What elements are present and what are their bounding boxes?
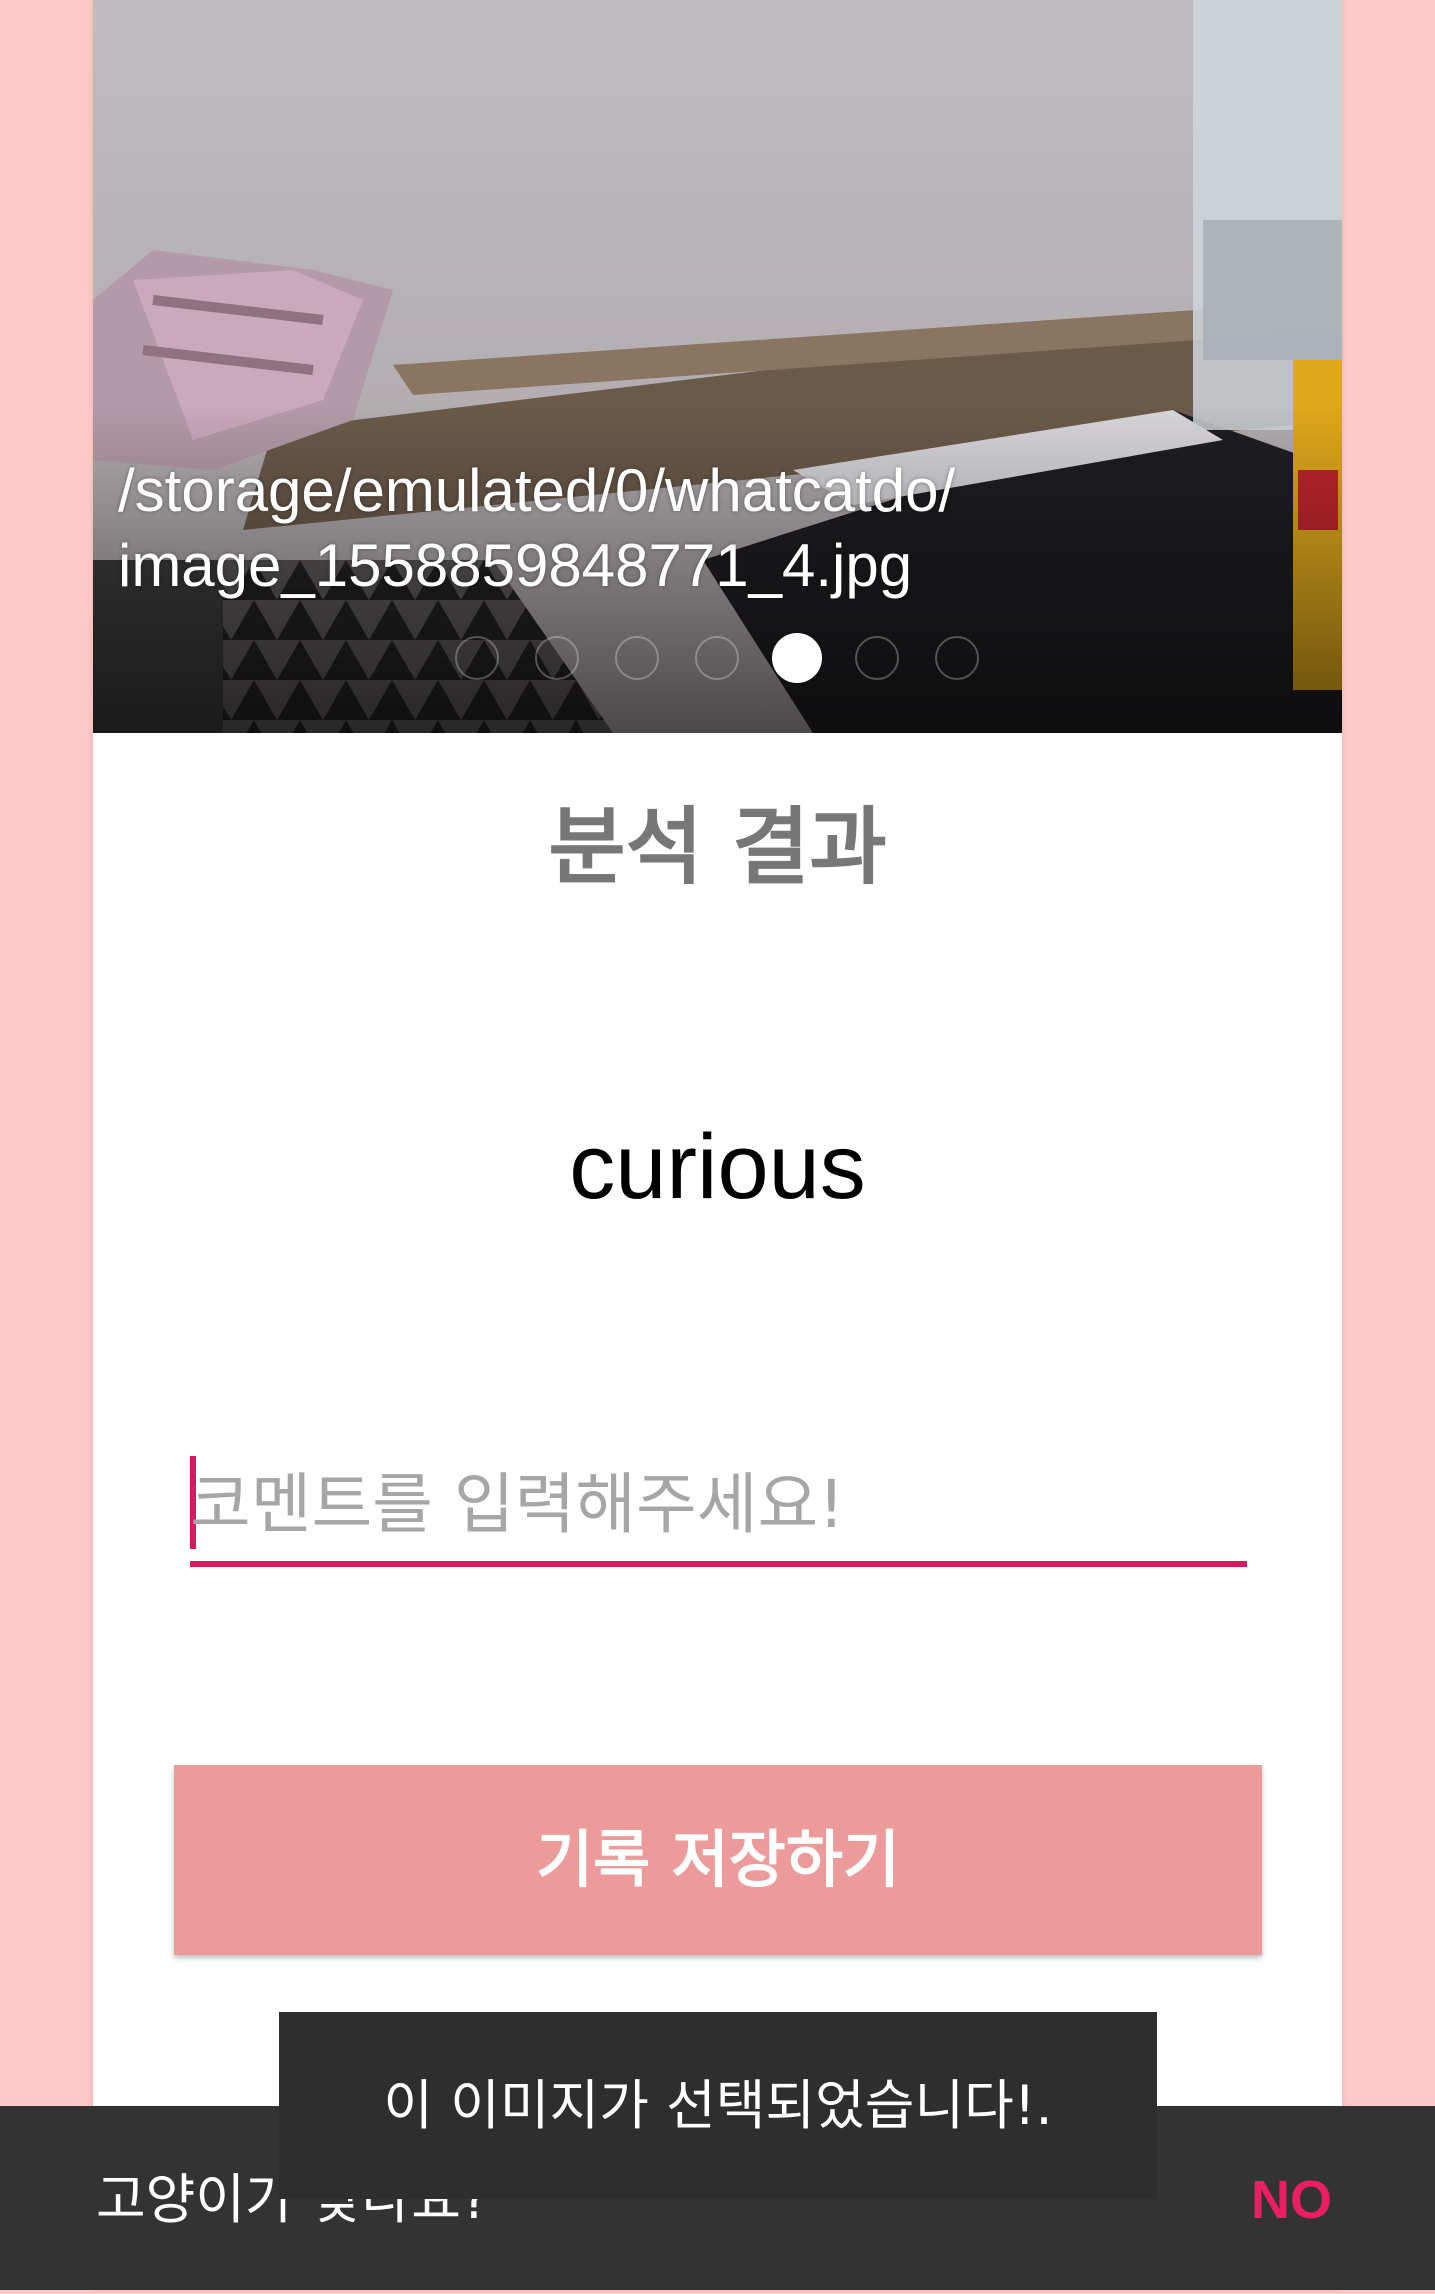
page-dot-5-active[interactable] — [772, 633, 822, 683]
comment-input[interactable] — [190, 1452, 1240, 1557]
result-title: 분석 결과 — [548, 798, 887, 896]
page-dot-7[interactable] — [935, 636, 979, 680]
content-card: /storage/emulated/0/whatcatdo/ image_155… — [93, 0, 1342, 2290]
result-value: curious — [569, 1116, 866, 1218]
page-dot-3[interactable] — [615, 636, 659, 680]
image-path-line1: /storage/emulated/0/whatcatdo/ — [118, 457, 956, 524]
image-pager[interactable]: /storage/emulated/0/whatcatdo/ image_155… — [93, 0, 1342, 733]
snackbar-no-button[interactable]: NO — [1251, 2106, 1332, 2290]
page-dot-1[interactable] — [455, 636, 499, 680]
save-record-button[interactable]: 기록 저장하기 — [174, 1765, 1262, 1955]
page-dot-4[interactable] — [695, 636, 739, 680]
page-dot-2[interactable] — [535, 636, 579, 680]
comment-field[interactable] — [190, 1452, 1247, 1567]
page-indicator — [93, 633, 1342, 686]
page-dot-6[interactable] — [855, 636, 899, 680]
image-path-caption: /storage/emulated/0/whatcatdo/ image_155… — [118, 453, 1318, 603]
toast-message: 이 이미지가 선택되었습니다!. — [279, 2012, 1157, 2199]
image-path-line2: image_1558859848771_4.jpg — [118, 532, 913, 599]
cat-photo — [93, 0, 1342, 733]
